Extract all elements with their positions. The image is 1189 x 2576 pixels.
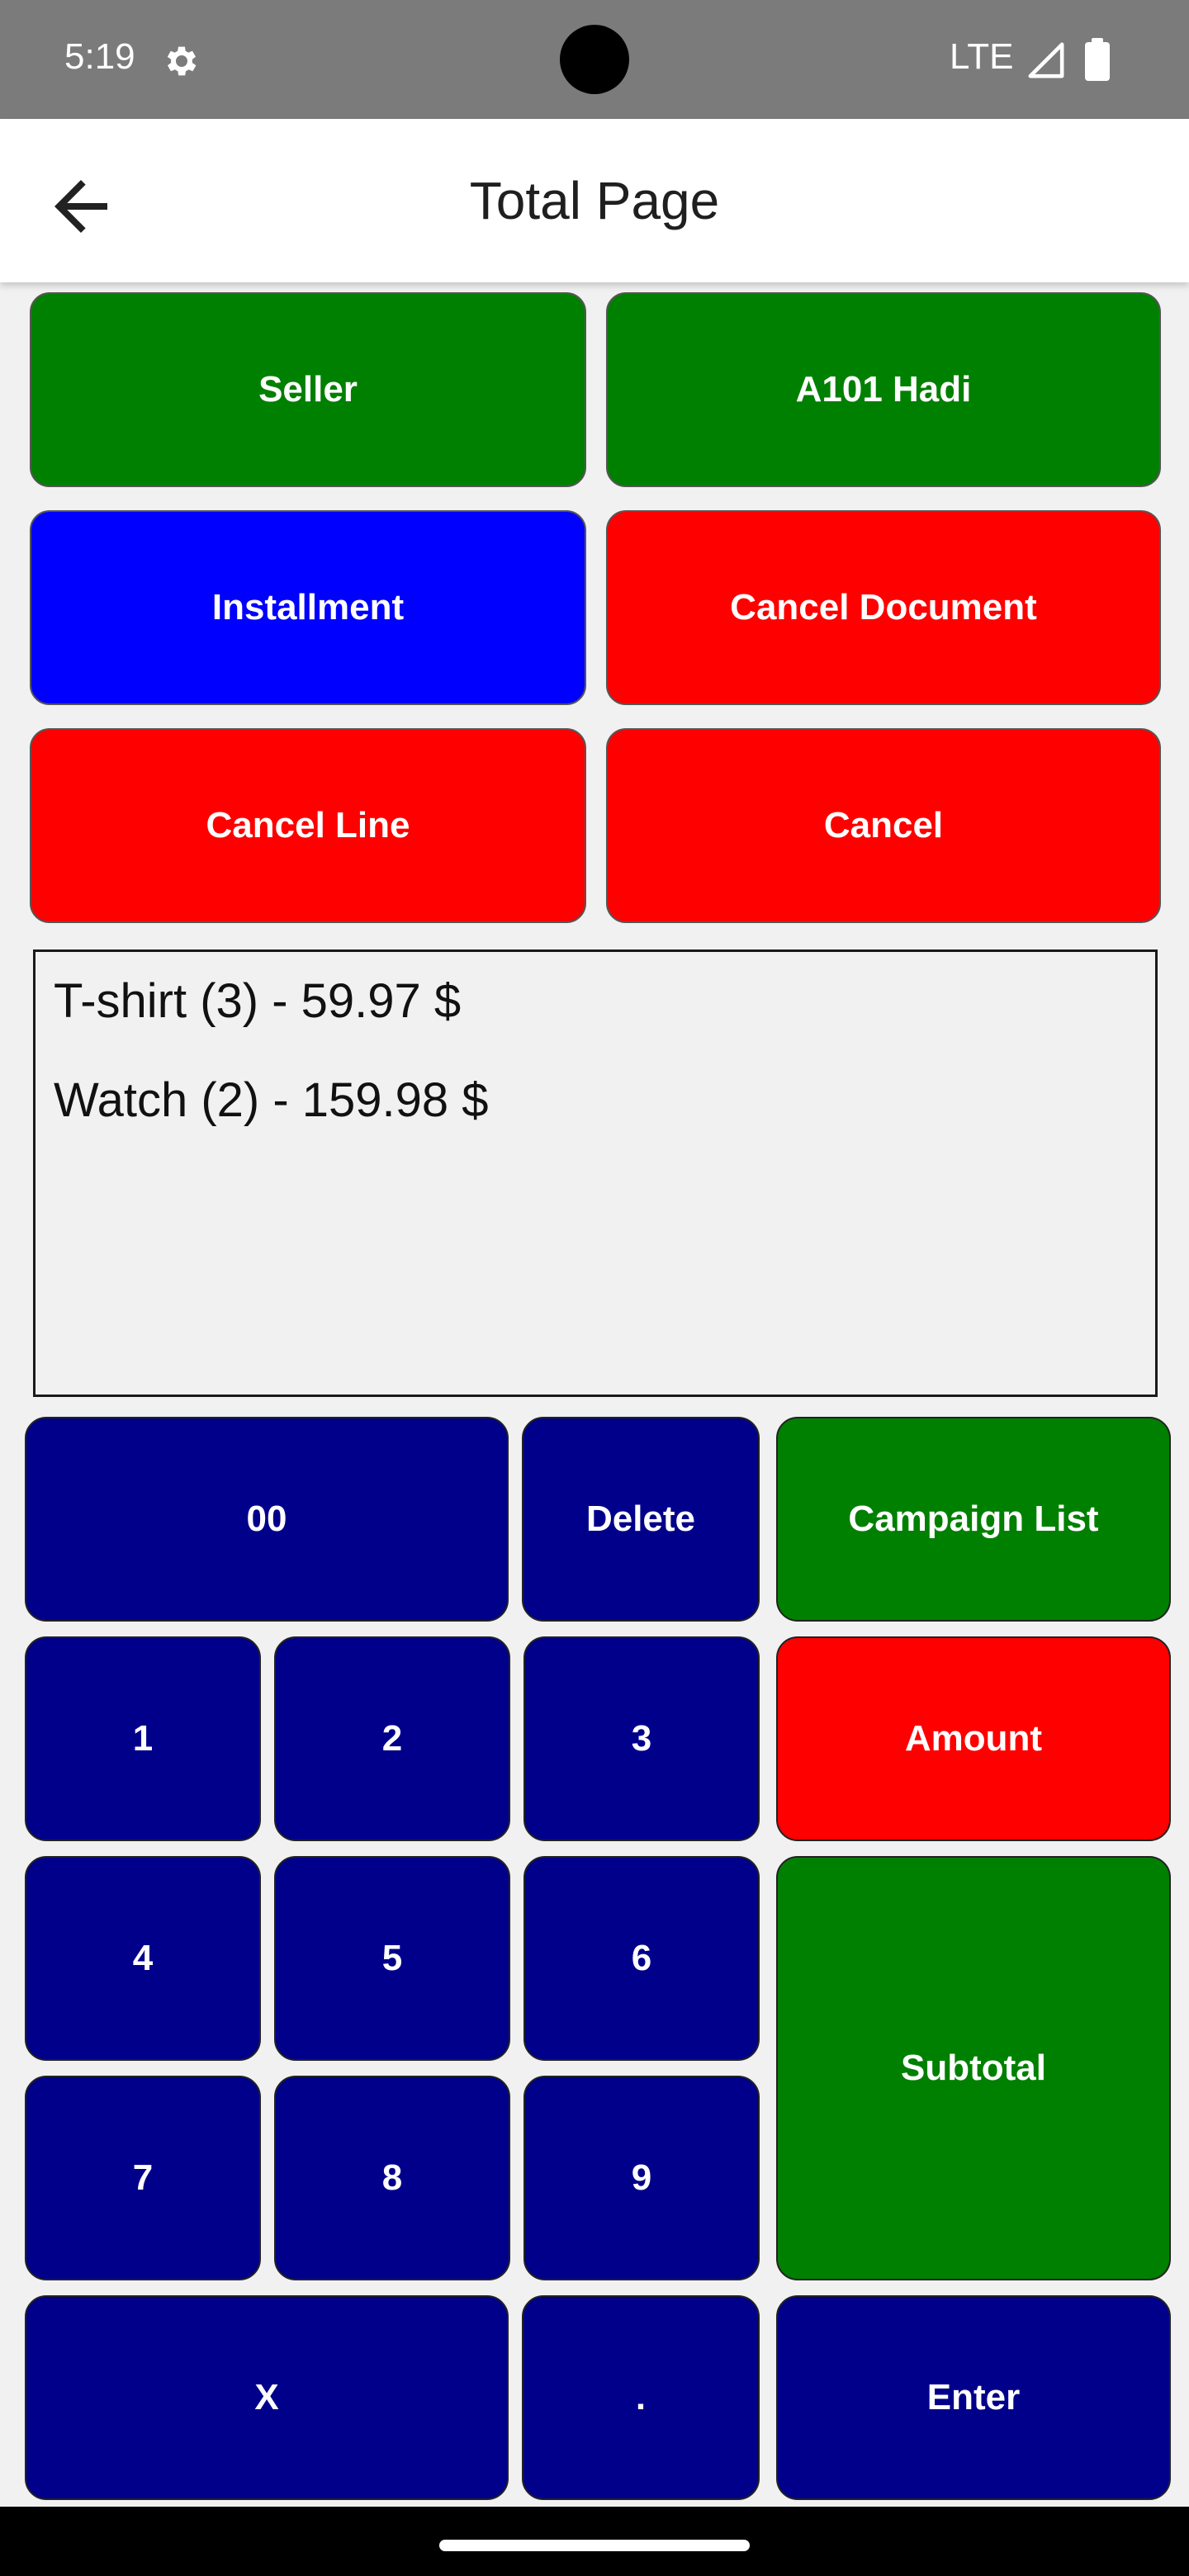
seller-name-button[interactable]: A101 Hadi — [606, 292, 1161, 487]
amount-button[interactable]: Amount — [776, 1636, 1171, 1841]
digit-key-3[interactable]: 3 — [523, 1636, 760, 1841]
decimal-key[interactable]: . — [522, 2295, 760, 2500]
list-item: T-shirt (3) - 59.97 $ — [54, 974, 462, 1028]
list-item: Watch (2) - 159.98 $ — [54, 1073, 489, 1127]
page-title: Total Page — [469, 171, 720, 230]
digit-key-8[interactable]: 8 — [274, 2076, 510, 2280]
multiply-key[interactable]: X — [25, 2295, 509, 2500]
delete-key[interactable]: Delete — [522, 1417, 760, 1622]
gear-icon — [167, 46, 197, 76]
camera-cutout — [560, 25, 629, 94]
installment-button[interactable]: Installment — [30, 510, 586, 705]
digit-key-7[interactable]: 7 — [25, 2076, 261, 2280]
system-nav-bar — [0, 2507, 1189, 2576]
digit-key-9[interactable]: 9 — [523, 2076, 760, 2280]
campaign-list-button[interactable]: Campaign List — [776, 1417, 1171, 1622]
digit-key-4[interactable]: 4 — [25, 1856, 261, 2061]
digit-key-2[interactable]: 2 — [274, 1636, 510, 1841]
network-type: LTE — [950, 36, 1014, 77]
digit-key-1[interactable]: 1 — [25, 1636, 261, 1841]
status-time: 5:19 — [64, 36, 135, 77]
cancel-line-button[interactable]: Cancel Line — [30, 728, 586, 923]
cancel-button[interactable]: Cancel — [606, 728, 1161, 923]
double-zero-key[interactable]: 00 — [25, 1417, 509, 1622]
enter-button[interactable]: Enter — [776, 2295, 1171, 2500]
status-bar: 5:19 LTE — [0, 0, 1189, 119]
subtotal-button[interactable]: Subtotal — [776, 1856, 1171, 2280]
cancel-document-button[interactable]: Cancel Document — [606, 510, 1161, 705]
digit-key-6[interactable]: 6 — [523, 1856, 760, 2061]
digit-key-5[interactable]: 5 — [274, 1856, 510, 2061]
battery-icon — [1085, 38, 1110, 81]
cart-item-list: T-shirt (3) - 59.97 $ Watch (2) - 159.98… — [33, 949, 1158, 1397]
home-gesture-handle[interactable] — [439, 2540, 750, 2551]
signal-icon — [1028, 42, 1064, 78]
app-bar: Total Page — [0, 119, 1189, 282]
seller-button[interactable]: Seller — [30, 292, 586, 487]
